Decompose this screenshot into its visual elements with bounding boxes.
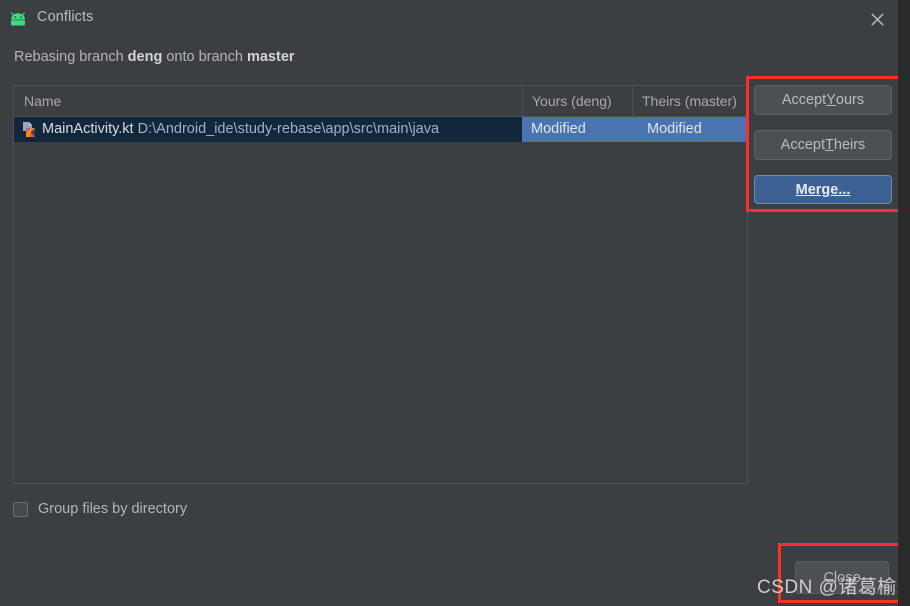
merge-button[interactable]: Merge... <box>754 175 892 204</box>
cell-theirs-status[interactable]: Modified <box>632 117 747 142</box>
watermark-text: CSDN @诸葛榆木 <box>757 577 910 598</box>
column-header-theirs[interactable]: Theirs (master) <box>632 86 747 116</box>
title-bar: Conflicts <box>0 0 898 38</box>
column-header-yours[interactable]: Yours (deng) <box>522 86 632 116</box>
group-files-label: Group files by directory <box>38 501 188 517</box>
window-right-edge <box>898 0 910 606</box>
group-files-by-directory-checkbox[interactable]: Group files by directory <box>13 501 187 517</box>
accept-theirs-button[interactable]: Accept Theirs <box>754 130 892 160</box>
cell-yours-status[interactable]: Modified <box>522 117 632 142</box>
table-row[interactable]: MainActivity.kt D:\Android_ide\study-reb… <box>14 117 747 142</box>
accept-theirs-mnemonic: T <box>825 137 834 153</box>
checkbox-box[interactable] <box>13 501 28 517</box>
accept-theirs-suffix: heirs <box>833 137 866 153</box>
accept-yours-prefix: Accept <box>781 92 827 108</box>
accept-theirs-prefix: Accept <box>780 137 826 153</box>
window-title: Conflicts <box>37 9 94 25</box>
merge-mnemonic: M <box>795 181 808 198</box>
conflicts-dialog: Conflicts Rebasing branch deng onto bran… <box>0 0 910 606</box>
accept-yours-button[interactable]: Accept Yours <box>754 85 892 115</box>
table-header-row: Name Yours (deng) Theirs (master) <box>14 86 747 117</box>
android-robot-icon <box>10 11 30 27</box>
target-branch-name: master <box>246 49 295 65</box>
table-body: MainActivity.kt D:\Android_ide\study-reb… <box>14 117 747 483</box>
subtitle-middle: onto branch <box>162 49 247 65</box>
source-branch-name: deng <box>127 49 163 65</box>
accept-yours-suffix: ours <box>835 92 865 108</box>
cell-file-name[interactable]: MainActivity.kt D:\Android_ide\study-reb… <box>14 117 522 142</box>
file-path-text: D:\Android_ide\study-rebase\app\src\main… <box>137 121 440 137</box>
conflicts-table: Name Yours (deng) Theirs (master) MainAc… <box>13 85 748 484</box>
subtitle-prefix: Rebasing branch <box>14 49 128 65</box>
file-name-text: MainActivity.kt <box>42 121 134 137</box>
rebase-description: Rebasing branch deng onto branch master <box>14 49 295 65</box>
kotlin-file-icon <box>20 121 37 138</box>
merge-suffix: erge... <box>807 181 851 198</box>
column-header-name[interactable]: Name <box>14 86 522 116</box>
close-icon[interactable] <box>862 6 892 32</box>
accept-yours-mnemonic: Y <box>826 92 836 108</box>
